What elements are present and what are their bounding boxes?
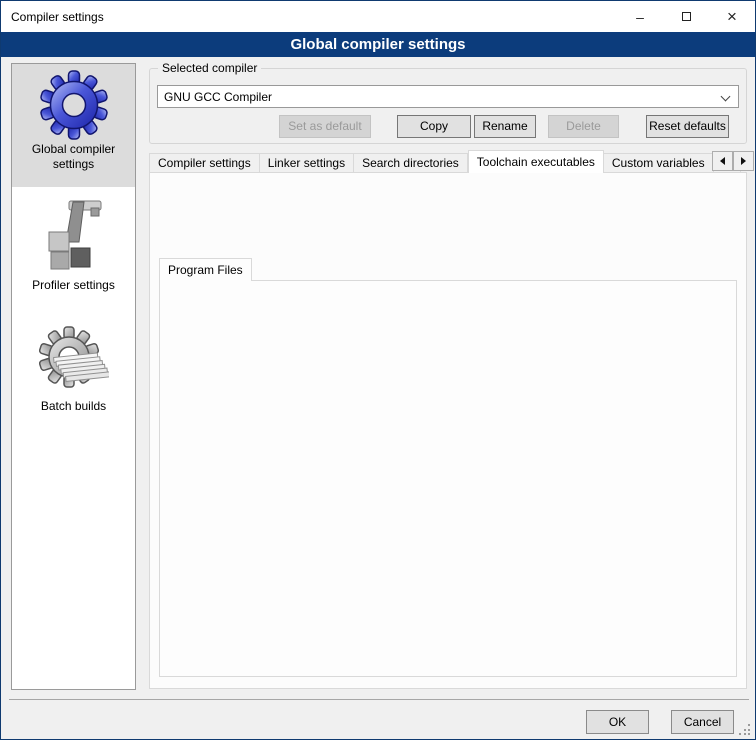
gray-gear-stack-icon bbox=[12, 325, 135, 397]
tab-scroll-right-button[interactable] bbox=[733, 151, 754, 171]
tab-program-files[interactable]: Program Files bbox=[159, 258, 252, 281]
tab-linker-settings[interactable]: Linker settings bbox=[260, 153, 354, 173]
tab-search-directories[interactable]: Search directories bbox=[354, 153, 468, 173]
close-icon: × bbox=[727, 7, 737, 27]
sidebar-item-label: Global compiler settings bbox=[12, 142, 135, 178]
blue-gear-icon bbox=[12, 70, 135, 140]
footer-divider bbox=[9, 699, 749, 700]
copy-button[interactable]: Copy bbox=[397, 115, 471, 138]
compiler-settings-tabstrip: Compiler settings Linker settings Search… bbox=[149, 150, 747, 173]
selected-compiler-dropdown[interactable]: GNU GCC Compiler bbox=[157, 85, 739, 108]
window-title: Compiler settings bbox=[1, 10, 104, 24]
delete-button[interactable]: Delete bbox=[548, 115, 619, 138]
caliper-cubes-icon bbox=[12, 198, 135, 276]
tab-custom-variables[interactable]: Custom variables bbox=[604, 153, 714, 173]
reset-defaults-button[interactable]: Reset defaults bbox=[646, 115, 729, 138]
sidebar-item-profiler-settings[interactable]: Profiler settings bbox=[12, 192, 135, 302]
sidebar-item-label: Profiler settings bbox=[12, 278, 135, 299]
program-files-page bbox=[159, 280, 737, 677]
arrow-right-icon bbox=[741, 157, 746, 165]
settings-category-list: Global compiler settings Profiler settin… bbox=[11, 63, 136, 690]
minimize-icon: – bbox=[636, 9, 644, 25]
rename-button[interactable]: Rename bbox=[474, 115, 536, 138]
selected-compiler-group-label: Selected compiler bbox=[158, 61, 261, 75]
resize-grip[interactable] bbox=[739, 724, 750, 735]
maximize-icon bbox=[682, 12, 691, 21]
sidebar-item-global-compiler-settings[interactable]: Global compiler settings bbox=[12, 64, 135, 187]
selected-compiler-value: GNU GCC Compiler bbox=[164, 90, 272, 104]
minimize-button[interactable]: – bbox=[617, 1, 663, 32]
tab-toolchain-executables[interactable]: Toolchain executables bbox=[468, 150, 604, 173]
maximize-button[interactable] bbox=[663, 1, 709, 32]
sidebar-item-batch-builds[interactable]: Batch builds bbox=[12, 319, 135, 419]
chevron-down-icon bbox=[721, 92, 731, 102]
close-button[interactable]: × bbox=[709, 1, 755, 32]
set-as-default-button[interactable]: Set as default bbox=[279, 115, 371, 138]
arrow-left-icon bbox=[720, 157, 725, 165]
tab-compiler-settings[interactable]: Compiler settings bbox=[149, 153, 260, 173]
sidebar-item-label: Batch builds bbox=[12, 399, 135, 420]
compiler-settings-dialog: Compiler settings – × Global compiler se… bbox=[0, 0, 756, 740]
tab-scroll-left-button[interactable] bbox=[712, 151, 733, 171]
page-title: Global compiler settings bbox=[1, 32, 755, 57]
ok-button[interactable]: OK bbox=[586, 710, 649, 734]
cancel-button[interactable]: Cancel bbox=[671, 710, 734, 734]
